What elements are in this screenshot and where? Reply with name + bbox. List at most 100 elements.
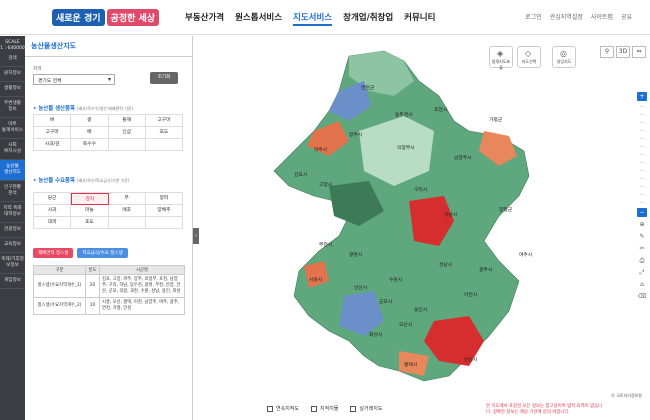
place-label: 광명시: [349, 253, 363, 258]
place-label: 평택시: [404, 363, 418, 368]
crop-cell[interactable]: [108, 139, 146, 151]
place-label: 양주시: [349, 133, 363, 138]
place-label: 부천시: [319, 243, 333, 248]
map-tool-icon[interactable]: ⌂: [637, 280, 647, 289]
production-grid: 벼 콩 들깨 고구마 고구마 배 인삼 포도 사과/감 옥수수: [33, 114, 183, 151]
legend-map-tool[interactable]: ◈ 범례지도표출: [489, 46, 513, 70]
logo-part-2: 공정한 세상: [106, 9, 160, 26]
legend-toggle[interactable]: 실거래지도: [350, 405, 382, 412]
map-tool-icon[interactable]: ⊕: [637, 220, 647, 229]
rail-item[interactable]: 검색: [0, 52, 25, 67]
util-link[interactable]: 관심지역설정: [550, 12, 583, 21]
crop-cell[interactable]: 양배추: [145, 205, 183, 217]
place-label: 동두천시: [395, 113, 413, 118]
map-tool-icon[interactable]: ✎: [637, 232, 647, 241]
map-tool-icon[interactable]: ✂: [637, 244, 647, 253]
crop-cell[interactable]: 옥수수: [71, 139, 109, 151]
map-view-button[interactable]: ⚲: [600, 46, 614, 58]
legend-toggle[interactable]: 지적지물: [311, 405, 338, 412]
util-link[interactable]: 사이트맵: [591, 12, 613, 21]
zoom-level-tick[interactable]: —: [637, 104, 647, 109]
zoom-level-tick[interactable]: —: [637, 184, 647, 189]
rail-item[interactable]: 축제/기후정 보정보: [0, 253, 25, 274]
map-canvas[interactable]: 연천군 동두천시 포천시 가평군 양주시 의정부시 남양주시 파주시 고양시 구리시 하남시 양평군 김…: [199, 36, 650, 420]
map-tool-icon[interactable]: ⤢: [637, 268, 647, 277]
zoom-level-tick[interactable]: —: [637, 120, 647, 125]
map-select-tool[interactable]: ◇ 지도선택: [517, 46, 541, 68]
rail-item[interactable]: 게임정보: [0, 274, 25, 289]
nav-item[interactable]: 원스톱서비스: [235, 11, 282, 26]
nav-item[interactable]: 부동산가격: [185, 11, 224, 26]
place-label: 고양시: [319, 183, 333, 188]
crop-cell[interactable]: 들깨: [108, 115, 146, 127]
gyeonggi-logo[interactable]: 새로운 경기 공정한 세상: [52, 9, 160, 26]
nav-item[interactable]: 지도서비스: [293, 11, 333, 26]
zoom-level-tick[interactable]: —: [637, 160, 647, 165]
zoom-level-tick[interactable]: —: [637, 136, 647, 141]
crop-cell[interactable]: [145, 139, 183, 151]
map-view-button[interactable]: ⇔: [632, 46, 646, 58]
rail-item[interactable]: 주변생활 정보: [0, 97, 25, 118]
crop-cell[interactable]: 마늘: [71, 205, 109, 217]
zoom-level-tick[interactable]: —: [637, 152, 647, 157]
crop-cell[interactable]: 당근: [34, 193, 72, 205]
place-label: 의정부시: [397, 146, 415, 151]
zoom-level-tick[interactable]: —: [637, 168, 647, 173]
rail-item[interactable]: 마트 통계서비스: [0, 118, 25, 139]
nav-item[interactable]: 커뮤니티: [404, 11, 435, 26]
sales-map-tool[interactable]: ◎ 영업지도: [552, 46, 576, 68]
row-cities: 김포, 고양, 파주, 양주, 의정부, 포천, 남양주, 구리, 하남, 동두…: [99, 274, 185, 298]
rail-item[interactable]: 농산물 생산지도: [0, 160, 25, 181]
crop-cell[interactable]: 무: [108, 193, 146, 205]
region-select[interactable]: 경기도 전체: [33, 74, 115, 85]
crop-cell[interactable]: 콩: [71, 115, 109, 127]
demand-heatmap-button[interactable]: 학교급식/수요 정스생: [77, 248, 128, 258]
demand-grid: 당근 감자 무 양파사과 마늘 애호 양배추대파 포도: [33, 192, 183, 229]
crop-cell[interactable]: [108, 217, 146, 229]
crop-cell[interactable]: 애호: [108, 205, 146, 217]
crop-cell[interactable]: 고구마: [34, 127, 72, 139]
rail-item[interactable]: 교육정보: [0, 238, 25, 253]
place-label: 이천시: [464, 293, 478, 298]
rail-item[interactable]: 인구현황 분석: [0, 181, 25, 202]
crop-cell[interactable]: 벼: [34, 115, 72, 127]
col-count: 빈도: [85, 265, 100, 275]
crop-cell[interactable]: 감자: [71, 193, 109, 205]
crop-cell[interactable]: 사과/감: [34, 139, 72, 151]
crop-cell[interactable]: 포도: [71, 217, 109, 229]
row-label: 항스생(수요지역개수_1): [33, 274, 86, 298]
map-view-button[interactable]: 3D: [616, 46, 630, 58]
zoom-level-tick[interactable]: —: [637, 112, 647, 117]
util-link[interactable]: 공유: [621, 12, 632, 21]
map-tool-icon[interactable]: ⎙: [637, 256, 647, 265]
crop-cell[interactable]: [145, 217, 183, 229]
crop-cell[interactable]: 포도: [145, 127, 183, 139]
nav-item[interactable]: 창개업/취창업: [343, 11, 393, 26]
crop-cell[interactable]: 대파: [34, 217, 72, 229]
zoom-level-tick[interactable]: —: [637, 192, 647, 197]
rail-item[interactable]: 생활정보: [0, 82, 25, 97]
rail-item[interactable]: 원지정보: [0, 67, 25, 82]
crop-cell[interactable]: 배: [71, 127, 109, 139]
legend-toggle[interactable]: 연속지적도: [267, 405, 299, 412]
zoom-level-tick[interactable]: —: [637, 144, 647, 149]
crop-cell[interactable]: 인삼: [108, 127, 146, 139]
zoom-level-tick[interactable]: —: [637, 200, 647, 205]
crop-cell[interactable]: 사과: [34, 205, 72, 217]
rail-item[interactable]: 관광정보: [0, 223, 25, 238]
rail-item[interactable]: 사회 복지시설: [0, 139, 25, 160]
crop-cell[interactable]: 양파: [145, 193, 183, 205]
zoom-level-tick[interactable]: —: [637, 128, 647, 133]
util-link[interactable]: 로그인: [525, 12, 542, 21]
map-layer-legend: 연속지적도 지적지물 실거래지도: [267, 405, 382, 412]
rail-item[interactable]: 지역 특화 대학정보: [0, 202, 25, 223]
zoom-out-button[interactable]: −: [637, 208, 647, 217]
map-tool-icon[interactable]: ⌫: [637, 292, 647, 301]
zoom-level-tick[interactable]: —: [637, 176, 647, 181]
reset-button[interactable]: 조기화: [150, 72, 178, 84]
place-label: 오산시: [399, 323, 413, 328]
place-label: 파주시: [314, 148, 328, 153]
zoom-in-button[interactable]: +: [637, 92, 647, 101]
crop-cell[interactable]: 고구마: [145, 115, 183, 127]
area-heatmap-button[interactable]: 재배면적 정스생: [33, 248, 74, 258]
